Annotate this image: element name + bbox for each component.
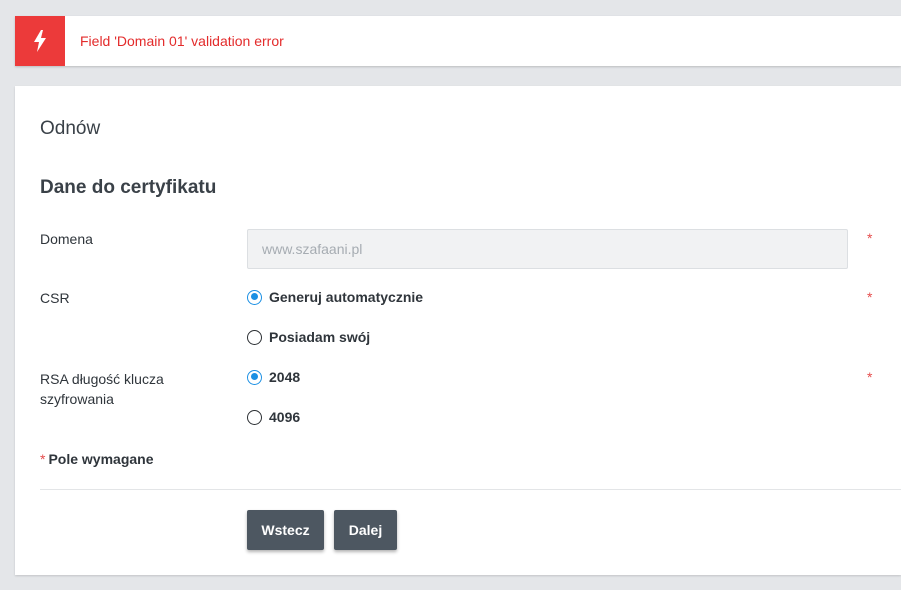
rsa-option-2048[interactable]: 2048: [247, 369, 300, 385]
rsa-4096-label: 4096: [269, 409, 301, 425]
required-note: * Pole wymagane: [40, 451, 154, 467]
csr-own-label: Posiadam swój: [269, 329, 371, 345]
rsa-4096-radio[interactable]: [247, 409, 262, 425]
csr-auto-label: Generuj automatycznie: [269, 289, 424, 305]
domain-required-star: *: [867, 230, 873, 246]
rsa-required-star: *: [867, 369, 873, 385]
csr-label: CSR: [40, 290, 70, 306]
domain-label: Domena: [40, 231, 93, 247]
next-button[interactable]: Dalej: [334, 510, 397, 550]
csr-own-radio[interactable]: [247, 329, 262, 345]
domain-input[interactable]: [247, 229, 848, 269]
rsa-label-line2: szyfrowania: [40, 391, 114, 407]
rsa-2048-radio[interactable]: [247, 369, 262, 385]
rsa-option-4096[interactable]: 4096: [247, 409, 300, 425]
required-note-text: Pole wymagane: [48, 451, 154, 467]
alert-icon-box: [15, 16, 65, 66]
divider: [40, 489, 901, 490]
csr-option-own[interactable]: Posiadam swój: [247, 329, 370, 345]
alert-message: Field 'Domain 01' validation error: [80, 33, 284, 49]
csr-required-star: *: [867, 289, 873, 305]
csr-auto-radio[interactable]: [247, 289, 262, 305]
rsa-label-line1: RSA długość klucza: [40, 371, 164, 387]
back-button[interactable]: Wstecz: [247, 510, 324, 550]
csr-option-auto[interactable]: Generuj automatycznie: [247, 289, 423, 305]
section-title: Dane do certyfikatu: [40, 177, 217, 198]
required-note-star: *: [40, 451, 46, 467]
form-card: Odnów Dane do certyfikatu Domena * CSR *…: [15, 86, 901, 575]
lightning-bolt-icon: [34, 30, 46, 52]
page-title: Odnów: [40, 118, 101, 139]
rsa-2048-label: 2048: [269, 369, 301, 385]
validation-alert: Field 'Domain 01' validation error: [15, 16, 901, 66]
rsa-label: RSA długość klucza szyfrowania: [40, 369, 164, 409]
